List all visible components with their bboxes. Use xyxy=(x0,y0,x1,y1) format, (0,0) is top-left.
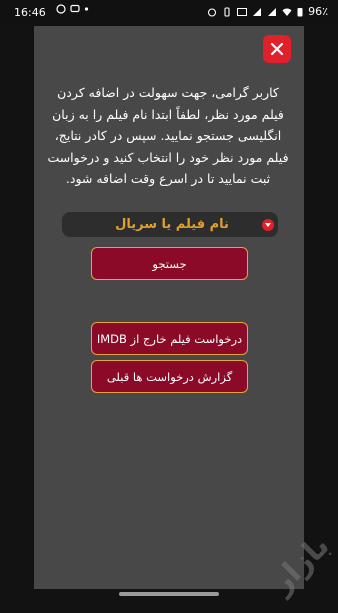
previous-requests-report-button[interactable]: گزارش درخواست ها قبلی xyxy=(91,360,248,393)
vibrate-icon xyxy=(224,6,230,17)
wifi-icon xyxy=(282,7,292,16)
whatsapp-icon xyxy=(56,4,66,14)
search-field[interactable] xyxy=(62,212,278,237)
status-bar: 16:46 96٪ xyxy=(0,0,338,26)
close-icon xyxy=(270,42,284,56)
system-icons: 96٪ xyxy=(207,5,328,18)
hd-icon xyxy=(237,7,248,16)
request-dialog: کاربر گرامی، جهت سهولت در اضافه کردن فیل… xyxy=(34,26,304,589)
dot-icon xyxy=(84,7,89,11)
signal-icon xyxy=(253,7,262,16)
status-time: 16:46 xyxy=(14,6,46,19)
battery-level: 96٪ xyxy=(308,5,328,18)
search-button[interactable]: جستجو xyxy=(91,247,248,280)
gesture-nav-bar[interactable] xyxy=(119,592,219,596)
instruction-text: کاربر گرامی، جهت سهولت در اضافه کردن فیل… xyxy=(47,85,289,186)
battery-icon xyxy=(297,7,303,16)
search-input[interactable] xyxy=(62,212,278,237)
chevron-down-icon[interactable] xyxy=(262,219,274,231)
alarm-icon xyxy=(208,7,217,17)
notification-icons xyxy=(56,4,89,14)
chat-icon xyxy=(70,4,80,13)
signal-icon xyxy=(268,7,277,16)
close-button[interactable] xyxy=(263,35,291,63)
request-outside-imdb-button[interactable]: درخواست فیلم خارج از IMDB xyxy=(91,322,248,355)
